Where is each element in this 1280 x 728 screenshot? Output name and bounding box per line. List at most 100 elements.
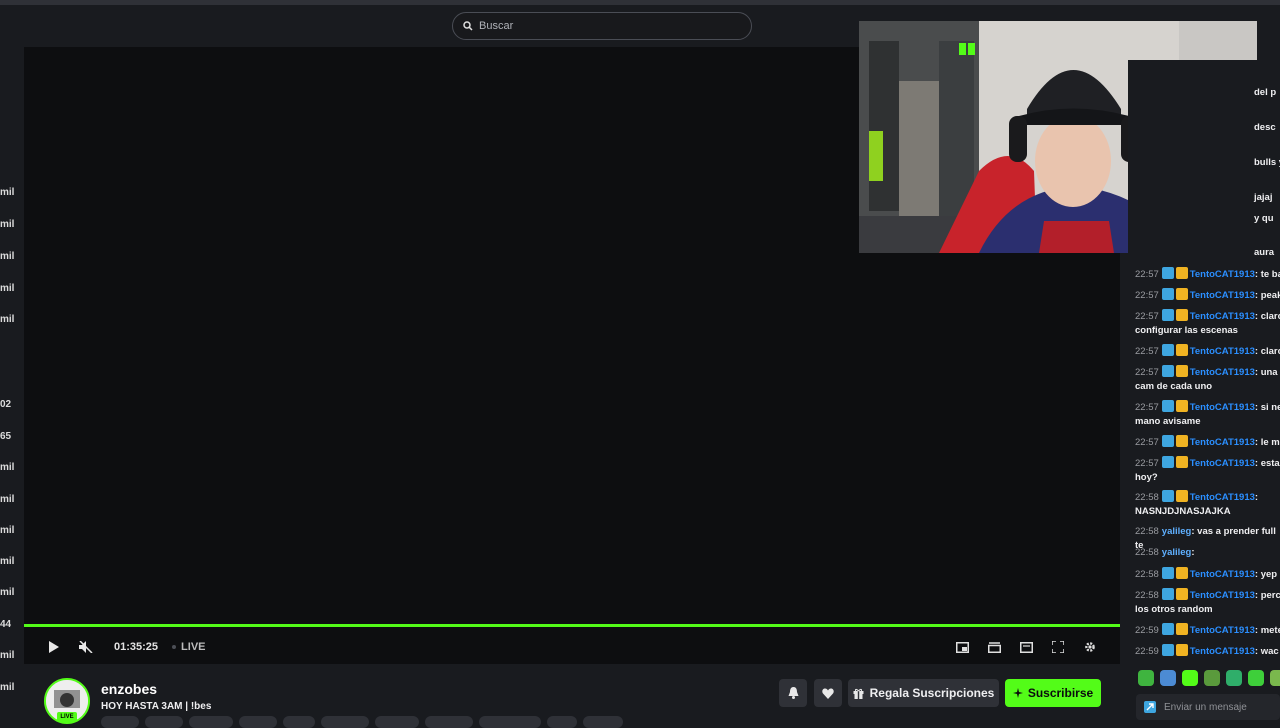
emote-icon[interactable]	[1204, 670, 1220, 686]
miniplayer-button[interactable]	[946, 630, 978, 664]
chat-timestamp: 22:58	[1135, 492, 1159, 503]
chat-username[interactable]: TentoCAT1913	[1190, 458, 1255, 469]
viewer-count[interactable]: 44	[0, 619, 11, 630]
chat-timestamp: 22:58	[1135, 547, 1159, 558]
settings-button[interactable]	[1074, 630, 1106, 664]
viewer-count[interactable]: mil	[0, 187, 14, 198]
tag[interactable]	[321, 716, 369, 728]
tag[interactable]	[375, 716, 419, 728]
chat-username[interactable]: TentoCAT1913	[1190, 590, 1255, 601]
viewer-count[interactable]: mil	[0, 283, 14, 294]
chat-message[interactable]: 22:57 TentoCAT1913: te ba	[1135, 267, 1280, 282]
tag[interactable]	[101, 716, 139, 728]
notifications-button[interactable]	[779, 679, 807, 707]
tag[interactable]	[583, 716, 623, 728]
viewer-count[interactable]: mil	[0, 587, 14, 598]
chat-username[interactable]: TentoCAT1913	[1190, 269, 1255, 280]
play-button[interactable]	[38, 630, 70, 664]
chat-username[interactable]: yalileg	[1162, 547, 1192, 558]
chat-username[interactable]: TentoCAT1913	[1190, 402, 1255, 413]
chat-message[interactable]: 22:59 TentoCAT1913: mete	[1135, 623, 1280, 638]
tag[interactable]	[425, 716, 473, 728]
chat-timestamp: 22:57	[1135, 367, 1159, 378]
viewer-count[interactable]: mil	[0, 314, 14, 325]
chat-message[interactable]: 22:58 TentoCAT1913: perc los otros random	[1135, 588, 1280, 617]
tag[interactable]	[239, 716, 277, 728]
chat-username[interactable]: TentoCAT1913	[1190, 646, 1255, 657]
tag[interactable]	[189, 716, 233, 728]
chat-message[interactable]: 22:58 TentoCAT1913: yep	[1135, 567, 1280, 582]
chat-username[interactable]: TentoCAT1913	[1190, 569, 1255, 580]
chat-message[interactable]: 22:59 TentoCAT1913: wac	[1135, 644, 1280, 659]
live-label: LIVE	[181, 641, 206, 653]
chat-message[interactable]: 22:58 yalileg:	[1135, 546, 1280, 560]
search-input[interactable]: Buscar	[479, 20, 513, 32]
player-controls: 01:35:25 LIVE	[24, 630, 1120, 664]
emote-icon[interactable]	[1270, 670, 1280, 686]
chat-username[interactable]: TentoCAT1913	[1190, 437, 1255, 448]
chat-message[interactable]: 22:58 TentoCAT1913: NASNJDJNASJAJKA	[1135, 490, 1280, 519]
tag[interactable]	[283, 716, 315, 728]
viewer-count[interactable]: mil	[0, 556, 14, 567]
viewer-count[interactable]: mil	[0, 494, 14, 505]
playback-time: 01:35:25	[114, 641, 159, 653]
chat-username[interactable]: TentoCAT1913	[1190, 311, 1255, 322]
channel-name[interactable]: enzobes	[101, 681, 157, 697]
chat-input[interactable]: Enviar un mensaje	[1136, 694, 1280, 720]
chat-text-continued: cam de cada uno	[1135, 381, 1213, 392]
crown-badge-icon	[1175, 490, 1188, 502]
chat-text-continued: NASNJDJNASJAJKA	[1135, 506, 1231, 517]
chat-username[interactable]: TentoCAT1913	[1190, 290, 1255, 301]
live-indicator[interactable]: LIVE	[172, 641, 206, 653]
chat-text-continued: mano avisame	[1135, 416, 1201, 427]
chat-username[interactable]: TentoCAT1913	[1190, 625, 1255, 636]
chat-timestamp: 22:59	[1135, 625, 1159, 636]
progress-bar[interactable]	[24, 624, 1120, 627]
fullscreen-button[interactable]	[1042, 630, 1074, 664]
chat-text: : si ne	[1254, 402, 1280, 413]
search-bar[interactable]: Buscar	[452, 12, 752, 40]
crown-badge-icon	[1175, 267, 1188, 279]
chat-username[interactable]: TentoCAT1913	[1190, 492, 1255, 503]
chat-message[interactable]: 22:57 TentoCAT1913: si ne mano avisame	[1135, 400, 1280, 429]
chat-username[interactable]: TentoCAT1913	[1190, 367, 1255, 378]
viewer-count[interactable]: mil	[0, 219, 14, 230]
emote-icon[interactable]	[1182, 670, 1198, 686]
viewer-count[interactable]: mil	[0, 525, 14, 536]
theater-mode-button[interactable]	[978, 630, 1010, 664]
emote-icon[interactable]	[1160, 670, 1176, 686]
subscribe-button[interactable]: Suscribirse	[1005, 679, 1101, 707]
wide-mode-button[interactable]	[1010, 630, 1042, 664]
viewer-count[interactable]: 65	[0, 431, 11, 442]
chat-username[interactable]: TentoCAT1913	[1190, 346, 1255, 357]
viewer-count[interactable]: mil	[0, 650, 14, 661]
bell-icon	[788, 687, 798, 699]
tag[interactable]	[547, 716, 577, 728]
chat-message[interactable]: 22:57 TentoCAT1913: esta hoy?	[1135, 456, 1280, 485]
kick-badge-icon	[1161, 644, 1174, 656]
chat-username[interactable]: yalileg	[1162, 526, 1192, 537]
chat-timestamp: 22:57	[1135, 437, 1159, 448]
chat-message[interactable]: 22:57 TentoCAT1913: claro configurar las e…	[1135, 309, 1280, 338]
chat-message[interactable]: 22:57 TentoCAT1913: claro	[1135, 344, 1280, 359]
gift-subscriptions-button[interactable]: Regala Suscripciones	[848, 679, 999, 707]
muted-speaker-icon	[79, 641, 93, 653]
tag[interactable]	[479, 716, 541, 728]
emote-icon[interactable]	[1138, 670, 1154, 686]
viewer-count[interactable]: 02	[0, 399, 11, 410]
chat-text-continued: hoy?	[1135, 472, 1158, 483]
viewer-count[interactable]: mil	[0, 682, 14, 693]
follow-button[interactable]	[814, 679, 842, 707]
emote-icon[interactable]	[1248, 670, 1264, 686]
tag[interactable]	[145, 716, 183, 728]
chat-message[interactable]: 22:57 TentoCAT1913: le m	[1135, 435, 1280, 450]
emote-icon[interactable]	[1226, 670, 1242, 686]
chat-text-continued: configurar las escenas	[1135, 325, 1238, 336]
chat-input-placeholder: Enviar un mensaje	[1164, 701, 1247, 713]
chat-message[interactable]: 22:57 TentoCAT1913: peak	[1135, 288, 1280, 303]
chat-message[interactable]: 22:57 TentoCAT1913: una cam de cada uno	[1135, 365, 1280, 394]
viewer-count[interactable]: mil	[0, 251, 14, 262]
mute-button[interactable]	[70, 630, 102, 664]
viewer-count[interactable]: mil	[0, 462, 14, 473]
chat-message-partial: y qu	[1254, 213, 1274, 224]
